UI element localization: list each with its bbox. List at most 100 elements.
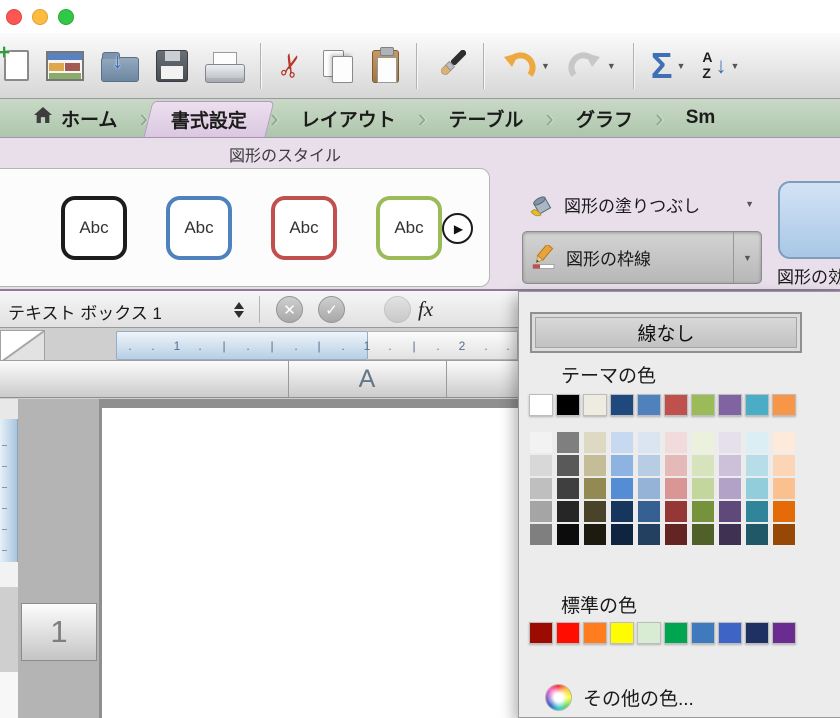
more-colors-option[interactable]: その他の色... xyxy=(545,684,694,711)
tab-layout[interactable]: レイアウト xyxy=(279,99,418,137)
redo-button[interactable]: ▼ xyxy=(567,37,616,95)
theme-variant-3-6[interactable] xyxy=(664,477,688,500)
zoom-button[interactable] xyxy=(58,9,74,25)
name-box-stepper[interactable] xyxy=(231,298,247,322)
chevron-down-icon[interactable]: ▼ xyxy=(541,61,550,71)
theme-variant-5-5[interactable] xyxy=(637,523,661,546)
theme-variant-1-5[interactable] xyxy=(637,431,661,454)
insert-function-button[interactable]: fx xyxy=(418,297,433,322)
theme-variant-4-10[interactable] xyxy=(772,500,796,523)
row-header-1[interactable]: 1 xyxy=(21,603,97,661)
theme-variant-5-6[interactable] xyxy=(664,523,688,546)
theme-color-6[interactable] xyxy=(664,394,688,416)
theme-variant-2-8[interactable] xyxy=(718,454,742,477)
theme-variant-5-7[interactable] xyxy=(691,523,715,546)
standard-color-2[interactable] xyxy=(556,622,580,644)
theme-variant-3-7[interactable] xyxy=(691,477,715,500)
shape-outline-dropdown-caret[interactable]: ▼ xyxy=(733,232,761,283)
theme-color-4[interactable] xyxy=(610,394,634,416)
theme-variant-1-9[interactable] xyxy=(745,431,769,454)
theme-color-1[interactable] xyxy=(529,394,553,416)
theme-color-5[interactable] xyxy=(637,394,661,416)
theme-variant-2-10[interactable] xyxy=(772,454,796,477)
theme-variant-2-5[interactable] xyxy=(637,454,661,477)
theme-variant-3-2[interactable] xyxy=(556,477,580,500)
standard-color-1[interactable] xyxy=(529,622,553,644)
shape-effects-button[interactable] xyxy=(778,181,840,259)
theme-color-7[interactable] xyxy=(691,394,715,416)
theme-variant-2-1[interactable] xyxy=(529,454,553,477)
shape-style-1[interactable]: Abc xyxy=(61,196,127,260)
theme-variant-1-3[interactable] xyxy=(583,431,607,454)
open-button[interactable]: ↓ xyxy=(101,37,139,95)
theme-variant-2-7[interactable] xyxy=(691,454,715,477)
gallery-more-button[interactable]: ▶ xyxy=(442,213,473,244)
theme-variant-4-9[interactable] xyxy=(745,500,769,523)
tab-smartart[interactable]: Sm xyxy=(664,99,738,137)
theme-variant-2-6[interactable] xyxy=(664,454,688,477)
new-document-button[interactable]: + xyxy=(4,37,29,95)
standard-color-6[interactable] xyxy=(664,622,688,644)
theme-variant-5-1[interactable] xyxy=(529,523,553,546)
name-box[interactable]: テキスト ボックス 1 xyxy=(8,299,162,324)
standard-color-7[interactable] xyxy=(691,622,715,644)
theme-variant-3-3[interactable] xyxy=(583,477,607,500)
standard-color-4[interactable] xyxy=(610,622,634,644)
theme-variant-2-9[interactable] xyxy=(745,454,769,477)
sort-button[interactable]: AZ ↓ ▼ xyxy=(702,37,739,95)
theme-variant-4-8[interactable] xyxy=(718,500,742,523)
theme-variant-5-2[interactable] xyxy=(556,523,580,546)
theme-variant-1-2[interactable] xyxy=(556,431,580,454)
autosum-button[interactable]: Σ ▼ xyxy=(651,37,686,95)
theme-variant-3-1[interactable] xyxy=(529,477,553,500)
theme-variant-5-3[interactable] xyxy=(583,523,607,546)
shape-outline-button[interactable]: 図形の枠線 ▼ xyxy=(522,231,762,284)
theme-variant-1-6[interactable] xyxy=(664,431,688,454)
cancel-button[interactable]: ✕ xyxy=(276,296,303,323)
theme-color-2[interactable] xyxy=(556,394,580,416)
theme-variant-3-8[interactable] xyxy=(718,477,742,500)
undo-button[interactable]: ▼ xyxy=(501,37,550,95)
ruler-corner[interactable] xyxy=(0,330,45,363)
standard-color-9[interactable] xyxy=(745,622,769,644)
theme-variant-3-5[interactable] xyxy=(637,477,661,500)
format-painter-button[interactable] xyxy=(434,37,466,95)
theme-variant-2-3[interactable] xyxy=(583,454,607,477)
theme-variant-1-4[interactable] xyxy=(610,431,634,454)
column-header-A[interactable]: A xyxy=(288,361,446,397)
theme-variant-5-8[interactable] xyxy=(718,523,742,546)
cut-button[interactable]: ✂ xyxy=(278,37,304,95)
theme-color-9[interactable] xyxy=(745,394,769,416)
gallery-button[interactable] xyxy=(46,37,84,95)
theme-variant-1-7[interactable] xyxy=(691,431,715,454)
theme-variant-4-6[interactable] xyxy=(664,500,688,523)
shape-style-4[interactable]: Abc xyxy=(376,196,442,260)
save-button[interactable] xyxy=(156,37,188,95)
theme-color-10[interactable] xyxy=(772,394,796,416)
tab-home[interactable]: ホーム xyxy=(12,99,139,137)
chevron-down-icon[interactable]: ▼ xyxy=(730,61,739,71)
theme-variant-1-10[interactable] xyxy=(772,431,796,454)
shape-fill-button[interactable]: 図形の塗りつぶし ▼ xyxy=(522,183,762,225)
theme-variant-4-1[interactable] xyxy=(529,500,553,523)
theme-variant-3-9[interactable] xyxy=(745,477,769,500)
theme-variant-4-2[interactable] xyxy=(556,500,580,523)
enter-button[interactable]: ✓ xyxy=(318,296,345,323)
no-line-option[interactable]: 線なし xyxy=(530,312,802,353)
theme-variant-1-8[interactable] xyxy=(718,431,742,454)
theme-variant-4-7[interactable] xyxy=(691,500,715,523)
theme-variant-3-10[interactable] xyxy=(772,477,796,500)
theme-variant-5-4[interactable] xyxy=(610,523,634,546)
tab-chart[interactable]: グラフ xyxy=(554,99,655,137)
standard-color-8[interactable] xyxy=(718,622,742,644)
theme-variant-2-2[interactable] xyxy=(556,454,580,477)
tab-format[interactable]: 書式設定 xyxy=(144,101,275,137)
shape-style-3[interactable]: Abc xyxy=(271,196,337,260)
theme-variant-2-4[interactable] xyxy=(610,454,634,477)
theme-variant-4-4[interactable] xyxy=(610,500,634,523)
theme-variant-1-1[interactable] xyxy=(529,431,553,454)
print-button[interactable] xyxy=(205,37,243,95)
theme-variant-3-4[interactable] xyxy=(610,477,634,500)
chevron-down-icon[interactable]: ▼ xyxy=(607,61,616,71)
tab-table[interactable]: テーブル xyxy=(426,99,545,137)
